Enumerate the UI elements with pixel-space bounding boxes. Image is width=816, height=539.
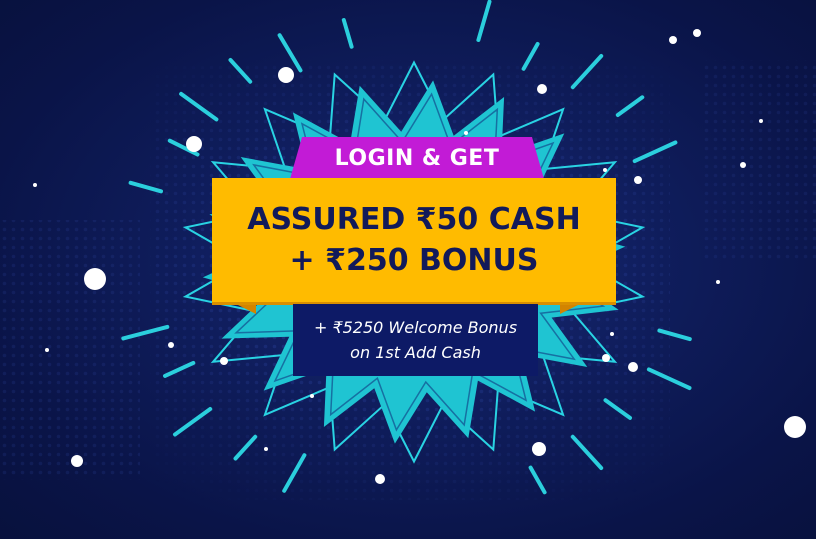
- ray-line: [476, 0, 492, 42]
- ribbon-fold-right: [560, 302, 584, 314]
- welcome-bonus-box: + ₹5250 Welcome Bonus on 1st Add Cash: [293, 304, 538, 376]
- welcome-bonus-line-2: on 1st Add Cash: [350, 343, 481, 362]
- headline-top: LOGIN & GET: [334, 145, 500, 171]
- login-ribbon: LOGIN & GET: [290, 137, 544, 179]
- promo-banner: LOGIN & GET ASSURED ₹50 CASH + ₹250 BONU…: [0, 0, 816, 539]
- offer-box: ASSURED ₹50 CASH + ₹250 BONUS: [212, 178, 616, 302]
- offer-line-cash: ASSURED ₹50 CASH: [247, 202, 581, 237]
- welcome-bonus-line-1: + ₹5250 Welcome Bonus: [313, 318, 518, 337]
- ribbon-fold-left: [232, 302, 256, 314]
- offer-line-bonus: + ₹250 BONUS: [289, 243, 539, 278]
- ray-line: [341, 18, 354, 49]
